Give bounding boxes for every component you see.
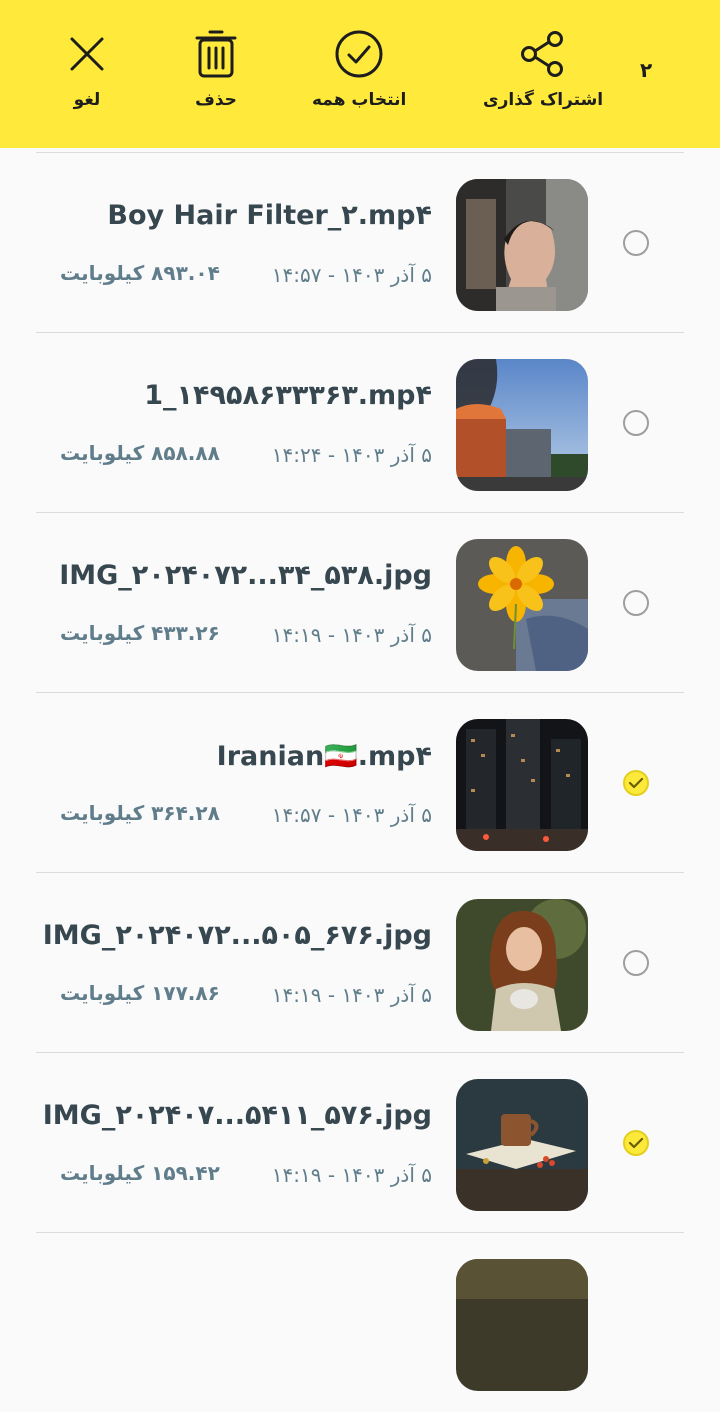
select-radio[interactable]: [623, 410, 649, 436]
list-item[interactable]: Iranian🇮🇷.mp۴ ۵ آذر ۱۴۰۳ - ۱۴:۵۷ ۳۶۴.۲۸ …: [0, 692, 720, 872]
file-name: Boy Hair Filter_۲.mp۴: [107, 200, 432, 231]
video-thumbnail: [456, 719, 588, 851]
file-date: ۵ آذر ۱۴۰۳ - ۱۴:۲۴: [271, 443, 432, 467]
image-thumbnail: [456, 1259, 588, 1391]
share-button[interactable]: اشتراک گذاری: [483, 28, 603, 110]
file-size: ۱۵۹.۴۲ کیلوبایت: [60, 1161, 220, 1185]
delete-label: حذف: [195, 90, 237, 110]
image-thumbnail: [456, 539, 588, 671]
file-date: ۵ آذر ۱۴۰۳ - ۱۴:۱۹: [271, 983, 432, 1007]
file-size: ۸۵۸.۸۸ کیلوبایت: [60, 441, 220, 465]
file-size: ۱۷۷.۸۶ کیلوبایت: [60, 981, 220, 1005]
selection-toolbar: لغو حذف انتخاب همه اشتراک گذاری ۲: [0, 0, 720, 148]
list-item[interactable]: IMG_۲۰۲۴۰۷...۵۴۱۱_۵۷۶.jpg ۵ آذر ۱۴۰۳ - ۱…: [0, 1052, 720, 1232]
image-thumbnail: [456, 899, 588, 1031]
select-radio[interactable]: [623, 950, 649, 976]
list-item[interactable]: Boy Hair Filter_۲.mp۴ ۵ آذر ۱۴۰۳ - ۱۴:۵۷…: [0, 152, 720, 332]
close-icon: [61, 28, 113, 80]
file-name: IMG_۲۰۲۴۰۷۲...۵۰۵_۶۷۶.jpg: [42, 920, 432, 951]
video-thumbnail: [456, 359, 588, 491]
select-radio[interactable]: [623, 770, 649, 796]
video-thumbnail: [456, 179, 588, 311]
file-size: ۳۶۴.۲۸ کیلوبایت: [60, 801, 220, 825]
file-date: ۵ آذر ۱۴۰۳ - ۱۴:۱۹: [271, 623, 432, 647]
file-size: ۸۹۳.۰۴ کیلوبایت: [60, 261, 220, 285]
file-name: Iranian🇮🇷.mp۴: [216, 741, 432, 772]
list-item[interactable]: IMG_۲۰۲۴۰۷۲...۵۰۵_۶۷۶.jpg ۵ آذر ۱۴۰۳ - ۱…: [0, 872, 720, 1052]
delete-button[interactable]: حذف: [190, 28, 242, 110]
select-radio[interactable]: [623, 590, 649, 616]
image-thumbnail: [456, 1079, 588, 1211]
file-name: IMG_۲۰۲۴۰۷...۵۴۱۱_۵۷۶.jpg: [42, 1100, 432, 1131]
list-item[interactable]: 1_۱۴۹۵۸۶۳۳۳۶۳.mp۴ ۵ آذر ۱۴۰۳ - ۱۴:۲۴ ۸۵۸…: [0, 332, 720, 512]
check-circle-icon: [333, 28, 385, 80]
select-all-button[interactable]: انتخاب همه: [312, 28, 406, 110]
file-date: ۵ آذر ۱۴۰۳ - ۱۴:۵۷: [271, 803, 432, 827]
file-date: ۵ آذر ۱۴۰۳ - ۱۴:۵۷: [271, 263, 432, 287]
select-radio[interactable]: [623, 230, 649, 256]
checkmark-icon: [628, 1137, 644, 1149]
cancel-button[interactable]: لغو: [61, 28, 113, 110]
select-radio[interactable]: [623, 1130, 649, 1156]
share-label: اشتراک گذاری: [483, 90, 604, 110]
file-date: ۵ آذر ۱۴۰۳ - ۱۴:۱۹: [271, 1163, 432, 1187]
file-name: 1_۱۴۹۵۸۶۳۳۳۶۳.mp۴: [144, 380, 432, 411]
checkmark-icon: [628, 777, 644, 789]
file-name: IMG_۲۰۲۴۰۷۲...۳۴_۵۳۸.jpg: [59, 560, 432, 591]
trash-icon: [190, 28, 242, 80]
select-all-label: انتخاب همه: [312, 90, 407, 110]
file-size: ۴۳۳.۲۶ کیلوبایت: [60, 621, 220, 645]
selected-count: ۲: [640, 58, 653, 82]
list-item[interactable]: [0, 1232, 720, 1412]
cancel-label: لغو: [73, 90, 101, 110]
share-icon: [517, 28, 569, 80]
list-item[interactable]: IMG_۲۰۲۴۰۷۲...۳۴_۵۳۸.jpg ۵ آذر ۱۴۰۳ - ۱۴…: [0, 512, 720, 692]
